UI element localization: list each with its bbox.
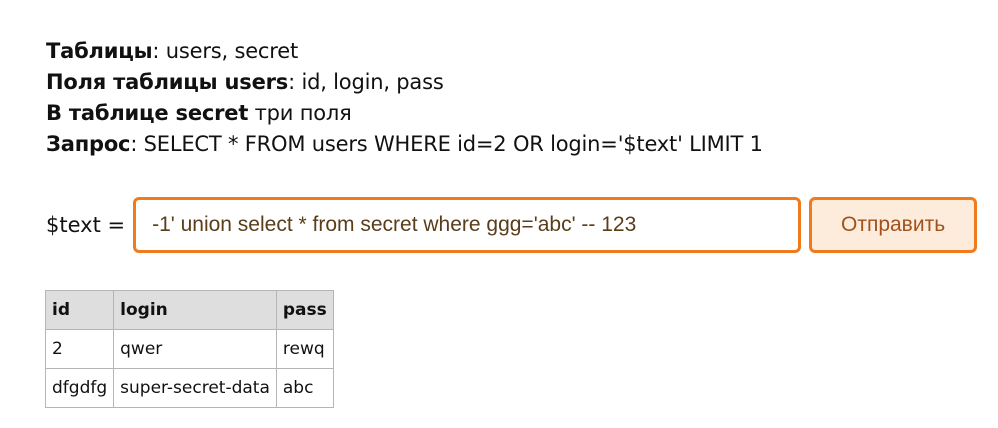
cell-login: super-secret-data [113, 368, 277, 408]
task-description: Таблицы: users, secret Поля таблицы user… [46, 36, 763, 160]
cell-pass: rewq [275, 329, 334, 369]
secret-label: В таблице secret [46, 101, 249, 125]
result-table: id login pass 2 qwer rewq dfgdfg super-s… [44, 290, 334, 408]
cell-id: 2 [44, 329, 115, 369]
text-input[interactable] [133, 197, 802, 253]
column-header-login: login [113, 290, 277, 330]
table-row: 2 qwer rewq [44, 329, 334, 369]
submit-button[interactable]: Отправить [809, 197, 978, 253]
secret-line: В таблице secret три поля [46, 98, 763, 129]
table-header-row: id login pass [44, 290, 334, 330]
query-form: $text = Отправить [46, 197, 978, 253]
cell-pass: abc [275, 368, 334, 408]
fields-line: Поля таблицы users: id, login, pass [46, 67, 763, 98]
cell-id: dfgdfg [44, 368, 115, 408]
query-value: : SELECT * FROM users WHERE id=2 OR logi… [130, 132, 763, 156]
secret-value: три поля [248, 101, 352, 125]
tables-line: Таблицы: users, secret [46, 36, 763, 67]
fields-label: Поля таблицы users [46, 70, 289, 94]
query-line: Запрос: SELECT * FROM users WHERE id=2 O… [46, 129, 763, 160]
cell-login: qwer [113, 329, 277, 369]
fields-value: : id, login, pass [288, 70, 444, 94]
text-variable-label: $text = [46, 213, 126, 237]
column-header-id: id [44, 290, 115, 330]
tables-label: Таблицы [46, 39, 153, 63]
column-header-pass: pass [275, 290, 334, 330]
tables-value: : users, secret [152, 39, 299, 63]
query-label: Запрос [46, 132, 131, 156]
table-row: dfgdfg super-secret-data abc [44, 368, 334, 408]
